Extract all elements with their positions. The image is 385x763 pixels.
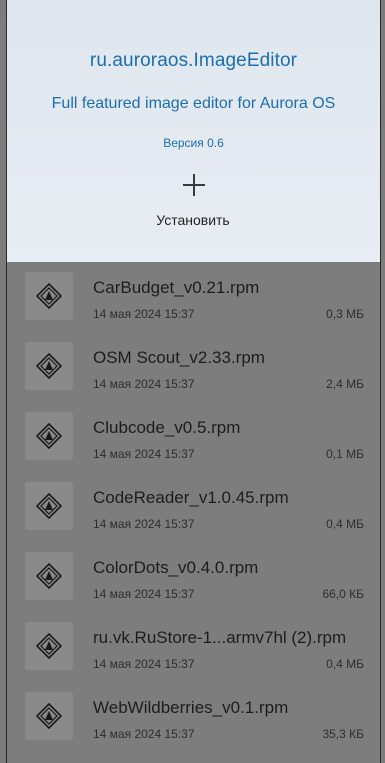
app-version: Версия 0.6 — [163, 136, 224, 150]
file-size: 66,0 КБ — [322, 587, 364, 601]
file-date: 14 мая 2024 15:37 — [93, 377, 195, 391]
package-icon — [25, 622, 73, 670]
file-name: Clubcode_v0.5.rpm — [93, 418, 241, 437]
file-name: CarBudget_v0.21.rpm — [93, 278, 260, 297]
list-item[interactable]: Clubcode_v0.5.rpm 14 мая 2024 15:37 0,1 … — [7, 402, 380, 472]
package-icon — [25, 342, 73, 390]
file-date: 14 мая 2024 15:37 — [93, 517, 195, 531]
list-item[interactable]: OSM Scout_v2.33.rpm 14 мая 2024 15:37 2,… — [7, 332, 380, 402]
file-name: ru.vk.RuStore-1...armv7hl (2).rpm — [93, 628, 347, 647]
file-size: 35,3 КБ — [322, 727, 364, 741]
file-name: ColorDots_v0.4.0.rpm — [93, 558, 259, 577]
file-name: OSM Scout_v2.33.rpm — [93, 348, 265, 367]
file-date: 14 мая 2024 15:37 — [93, 657, 195, 671]
file-date: 14 мая 2024 15:37 — [93, 307, 195, 321]
list-item[interactable]: ColorDots_v0.4.0.rpm 14 мая 2024 15:37 6… — [7, 542, 380, 612]
file-date: 14 мая 2024 15:37 — [93, 727, 195, 741]
list-item[interactable]: WebWildberries_v0.1.rpm 14 мая 2024 15:3… — [7, 682, 380, 752]
install-label: Установить — [156, 212, 230, 228]
package-icon — [25, 272, 73, 320]
package-icon — [25, 692, 73, 740]
app-description: Full featured image editor for Aurora OS — [51, 95, 336, 112]
file-size: 0,1 МБ — [326, 447, 364, 461]
install-button[interactable]: Установить — [143, 170, 243, 234]
app-id-title: ru.auroraos.ImageEditor — [89, 50, 298, 71]
package-icon — [25, 412, 73, 460]
plus-icon — [183, 174, 205, 196]
list-item[interactable]: CarBudget_v0.21.rpm 14 мая 2024 15:37 0,… — [7, 262, 380, 332]
file-name: WebWildberries_v0.1.rpm — [93, 698, 289, 717]
file-size: 0,3 МБ — [326, 307, 364, 321]
file-date: 14 мая 2024 15:37 — [93, 587, 195, 601]
file-size: 0,4 МБ — [326, 657, 364, 671]
list-item[interactable]: CodeReader_v1.0.45.rpm 14 мая 2024 15:37… — [7, 472, 380, 542]
list-item[interactable]: ru.vk.RuStore-1...armv7hl (2).rpm 14 мая… — [7, 612, 380, 682]
package-icon — [25, 552, 73, 600]
file-date: 14 мая 2024 15:37 — [93, 447, 195, 461]
file-size: 0,4 МБ — [326, 517, 364, 531]
file-size: 2,4 МБ — [326, 377, 364, 391]
package-icon — [25, 482, 73, 530]
file-name: CodeReader_v1.0.45.rpm — [93, 488, 289, 507]
app-frame: ru.auroraos.ImageEditor Full featured im… — [6, 0, 381, 763]
install-header: ru.auroraos.ImageEditor Full featured im… — [7, 0, 380, 262]
